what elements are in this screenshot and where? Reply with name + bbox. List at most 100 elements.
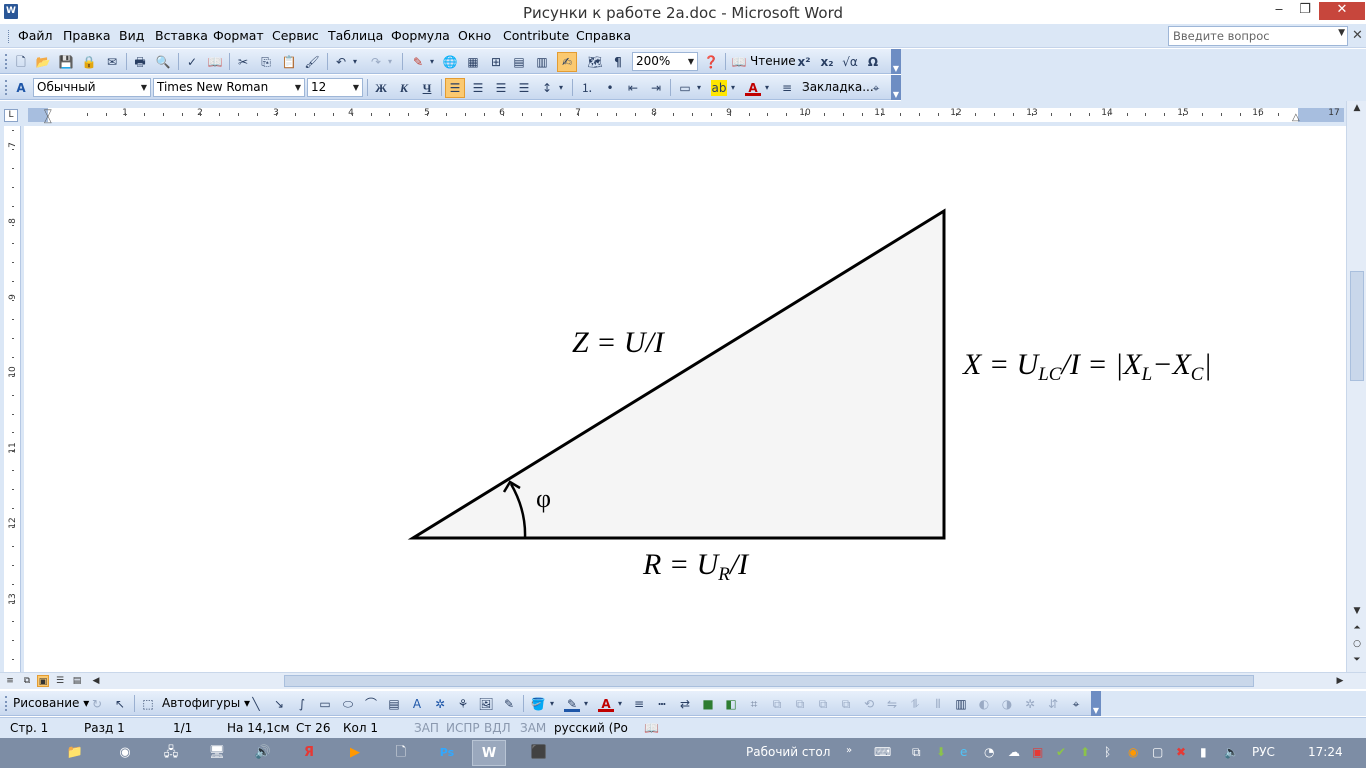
nudge-icon[interactable]: ◑: [999, 696, 1015, 712]
minimize-button[interactable]: ‒: [1266, 2, 1292, 20]
line-style-icon[interactable]: ≡: [631, 696, 647, 712]
styles-formatting-icon[interactable]: A: [13, 80, 29, 96]
highlight-icon[interactable]: ab: [711, 80, 727, 96]
bluetooth-tray-icon[interactable]: ᛒ: [1104, 745, 1111, 759]
yandex-taskbar-icon[interactable]: Я: [292, 740, 326, 766]
status-extend-selection[interactable]: ВДЛ: [484, 721, 511, 735]
explorer-taskbar-icon[interactable]: 📁: [58, 740, 92, 766]
show-hide-icon[interactable]: ¶: [610, 54, 626, 70]
ink-drawing-icon[interactable]: ✎: [501, 696, 517, 712]
symbol-omega-icon[interactable]: Ω: [865, 54, 881, 70]
superscript-icon[interactable]: x²: [796, 54, 812, 70]
remote-desktop-taskbar-icon[interactable]: 🖥: [200, 740, 234, 766]
curve-icon[interactable]: ⌒: [363, 696, 379, 712]
normal-view-icon[interactable]: ≡: [4, 675, 16, 687]
insert-picture-icon[interactable]: 🖼: [478, 696, 494, 712]
rotate-left-icon[interactable]: ⟲: [861, 696, 877, 712]
horizontal-scrollbar[interactable]: ≡ ⧉ ▣ ☰ ▤ ◀ ▶: [0, 672, 1366, 689]
toolbar-grip[interactable]: [5, 54, 8, 69]
copy-icon[interactable]: ⎘: [258, 54, 274, 70]
help-icon[interactable]: ❓: [703, 54, 719, 70]
ie-tray-icon[interactable]: e: [960, 745, 967, 759]
autoshapes-menu-button[interactable]: Автофигуры ▾: [162, 696, 250, 710]
permission-icon[interactable]: 🔒: [81, 54, 97, 70]
align-center-icon[interactable]: ☰: [470, 80, 486, 96]
menu-view[interactable]: Вид: [119, 28, 144, 43]
menu-contribute[interactable]: Contribute: [503, 28, 569, 43]
style-combobox[interactable]: Обычный ▼: [33, 78, 151, 97]
ungroup-icon[interactable]: ⧉: [792, 696, 808, 712]
menu-formula[interactable]: Формула: [391, 28, 450, 43]
increase-indent-icon[interactable]: ⇥: [648, 80, 664, 96]
menu-tools[interactable]: Сервис: [272, 28, 319, 43]
diagram-icon[interactable]: ✲: [432, 696, 448, 712]
menu-table[interactable]: Таблица: [328, 28, 383, 43]
rotate-icon[interactable]: ↻: [89, 696, 105, 712]
line-icon[interactable]: ╲: [248, 696, 264, 712]
toolbar-grip[interactable]: [5, 80, 8, 95]
triangle-drawing[interactable]: [24, 126, 1346, 672]
justify-icon[interactable]: ☰: [516, 80, 532, 96]
new-document-icon[interactable]: 🗋: [13, 54, 29, 70]
bold-button[interactable]: Ж: [373, 80, 389, 96]
outline-view-icon[interactable]: ☰: [54, 675, 66, 687]
fill-color-icon[interactable]: 🪣: [530, 696, 546, 712]
line-color-dropdown-icon[interactable]: ▾: [581, 696, 591, 712]
decrease-indent-icon[interactable]: ⇤: [625, 80, 641, 96]
menu-insert[interactable]: Вставка: [155, 28, 208, 43]
copy-tray-icon[interactable]: ⧉: [912, 745, 921, 760]
drawing-menu-button[interactable]: Рисование ▾: [13, 696, 89, 710]
radio-tray-icon[interactable]: ◉: [1128, 745, 1138, 759]
open-folder-icon[interactable]: 📂: [35, 54, 51, 70]
reading-button[interactable]: Чтение: [750, 54, 796, 68]
align-right-icon[interactable]: ☰: [493, 80, 509, 96]
bookmark-icon[interactable]: ≡: [779, 80, 795, 96]
bullets-icon[interactable]: •: [602, 80, 618, 96]
document-page[interactable]: Z = U/I X = ULC/I = |XL−XC| R = UR/I φ: [24, 126, 1346, 672]
volume-tray-icon[interactable]: 🔈: [1224, 745, 1239, 759]
arrow-style-icon[interactable]: ⇄: [677, 696, 693, 712]
email-icon[interactable]: ✉: [104, 54, 120, 70]
ink-annotation-icon[interactable]: ✎: [410, 54, 426, 70]
cloud-tray-icon[interactable]: ☁: [1008, 745, 1020, 759]
align-left-icon[interactable]: ☰: [445, 78, 465, 98]
format-painter-icon[interactable]: 🖌: [304, 54, 320, 70]
italic-button[interactable]: К: [396, 80, 412, 96]
crop-mark-icon[interactable]: ⌖: [868, 80, 884, 96]
print-layout-view-icon[interactable]: ▣: [37, 675, 49, 687]
impedance-triangle[interactable]: [407, 208, 946, 540]
adobe-tray-icon[interactable]: ▣: [1032, 745, 1043, 759]
numbering-icon[interactable]: ⒈: [579, 80, 595, 96]
redo-icon[interactable]: ↷: [368, 54, 384, 70]
toolbar-grip[interactable]: [5, 696, 8, 711]
scroll-right-icon[interactable]: ▶: [1334, 675, 1346, 687]
text-direction-icon[interactable]: ⇵: [1045, 696, 1061, 712]
vertical-ruler[interactable]: 7 8 9 10 11 12 13: [4, 126, 21, 672]
zoom-dropdown-icon[interactable]: ▼: [685, 53, 697, 70]
speaker-taskbar-icon[interactable]: 🔊: [246, 740, 280, 766]
paste-icon[interactable]: 📋: [281, 54, 297, 70]
redo-dropdown-icon[interactable]: ▾: [385, 54, 395, 70]
text-box-icon[interactable]: ▤: [386, 696, 402, 712]
font-size-dropdown-icon[interactable]: ▼: [350, 79, 362, 96]
ink-dropdown-icon[interactable]: ▾: [427, 54, 437, 70]
toolbar-options-icon[interactable]: ▼: [891, 49, 901, 74]
style-dropdown-icon[interactable]: ▼: [138, 79, 150, 96]
horizontal-scroll-thumb[interactable]: [284, 675, 1254, 687]
borders-dropdown-icon[interactable]: ▾: [694, 80, 704, 96]
bookmark-button[interactable]: Закладка...: [802, 80, 874, 94]
help-dropdown-icon[interactable]: ▼: [1338, 28, 1345, 38]
crop-mark-icon[interactable]: ⌖: [1068, 696, 1084, 712]
display-tray-icon[interactable]: ▢: [1152, 745, 1163, 759]
columns-icon[interactable]: ▥: [534, 54, 550, 70]
clip-art-icon[interactable]: ⚘: [455, 696, 471, 712]
menu-grip[interactable]: [8, 30, 11, 43]
toolbar-expand-icon[interactable]: »: [846, 745, 852, 756]
print-preview-icon[interactable]: 🔍: [155, 54, 171, 70]
dash-style-icon[interactable]: ┅: [654, 696, 670, 712]
shadow-style-icon[interactable]: ■: [700, 696, 716, 712]
oval-icon[interactable]: ⬭: [340, 696, 356, 712]
download-tray-icon[interactable]: ⬇: [936, 745, 946, 759]
drawing-toggle-icon[interactable]: ✍: [557, 52, 577, 72]
menu-edit[interactable]: Правка: [63, 28, 111, 43]
